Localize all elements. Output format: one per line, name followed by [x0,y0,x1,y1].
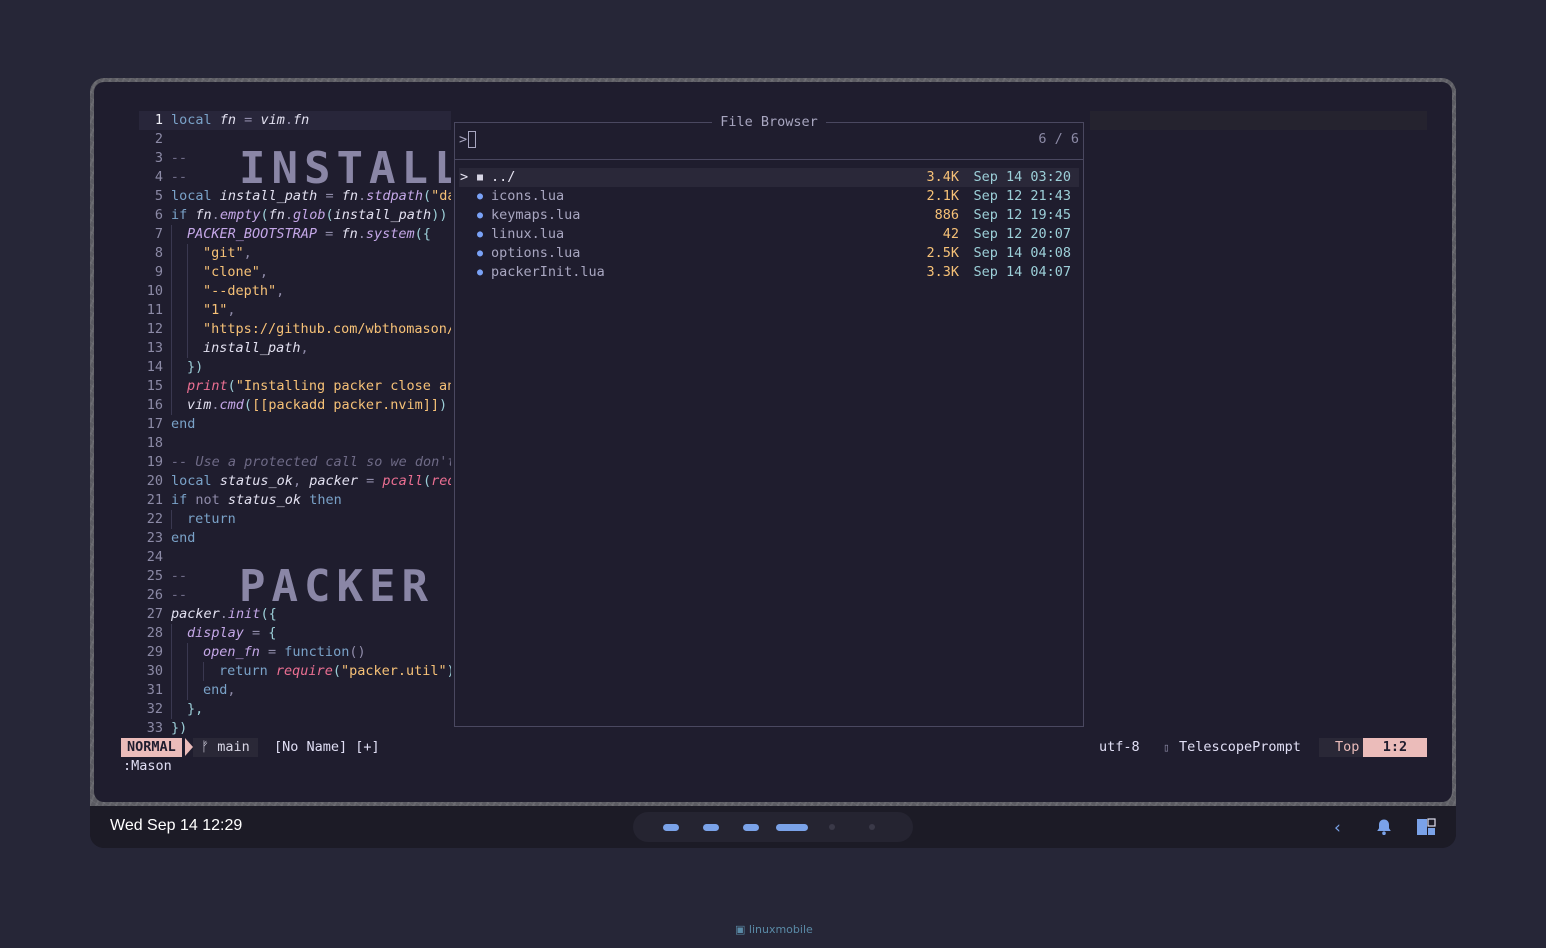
code-line: 14}) [146,358,204,377]
buffer-name: [No Name] [+] [274,739,380,755]
file-type: TelescopePrompt [1179,739,1301,755]
file-row[interactable]: ● options.lua 2.5K Sep 14 04:08 [459,244,1079,263]
selection-caret-icon: > [460,169,469,185]
git-branch-icon: ᚠ [201,739,210,755]
code-line: 7 PACKER_BOOTSTRAP = fn.system({ [154,225,431,244]
file-name: linux.lua [491,226,565,242]
ascii-banner-install: INSTALL P [239,143,451,194]
git-branch: ᚠ main [193,738,258,757]
file-row[interactable]: ● linux.lua 42 Sep 12 20:07 [459,225,1079,244]
code-line: 23 end [146,530,196,546]
code-line: 15 print("Installing packer close an [146,377,451,396]
workspace-3[interactable] [743,824,759,831]
lua-icon: ● [476,248,484,259]
file-date: Sep 14 04:08 [973,245,1071,261]
workspace-switcher[interactable] [633,812,913,842]
statusline: NORMAL ᚠ main [No Name] [+] utf-8 ▯ Tele… [121,738,1427,757]
lua-icon: ● [476,210,484,221]
cursorline-right [1090,111,1427,130]
workspace-1[interactable] [663,824,679,831]
code-line: 9 "clone", [154,263,269,282]
file-date: Sep 12 21:43 [973,188,1071,204]
file-name: ../ [491,169,516,185]
file-date: Sep 12 19:45 [973,207,1071,223]
file-list[interactable]: > ■ ../ 3.4K Sep 14 03:20 ● icons.lua 2.… [459,168,1079,282]
clock: Wed Sep 14 12:29 [110,817,243,834]
file-size: 2.5K [926,245,959,261]
code-line: 21 if not status_ok then [146,492,342,508]
file-icon: ▯ [1163,741,1170,754]
file-size: 42 [942,226,959,242]
taskbar: Wed Sep 14 12:29 ‹ [90,806,1456,848]
file-size: 3.4K [926,169,959,185]
file-size: 886 [934,207,959,223]
code-line: 32}, [146,700,204,719]
file-date: Sep 14 04:07 [973,264,1071,280]
code-line: 12 "https://github.com/wbthomason/ [146,320,451,339]
folder-icon: ■ [476,172,484,183]
code-line: 11 "1", [146,301,236,320]
desktop-screen: 1 local fn = vim.fn 2 3 -- 4 -- 5 local inst… [90,78,1456,848]
file-row[interactable]: ● icons.lua 2.1K Sep 12 21:43 [459,187,1079,206]
file-row[interactable]: ● packerInit.lua 3.3K Sep 14 04:07 [459,263,1079,282]
file-name: icons.lua [491,188,565,204]
file-browser-popup[interactable]: File Browser > 6 / 6 > ■ ../ 3.4K Sep 14… [454,114,1084,727]
chevron-left-icon[interactable]: ‹ [1334,818,1341,838]
layout-icon[interactable] [1416,818,1436,841]
code-line: 31 end, [146,681,236,700]
workspace-active[interactable] [776,824,808,831]
workspace-2[interactable] [703,824,719,831]
file-name: keymaps.lua [491,207,581,223]
file-encoding: utf-8 [1099,739,1140,755]
file-size: 2.1K [926,188,959,204]
code-line: 22 return [146,510,236,529]
file-name: options.lua [491,245,581,261]
file-name: packerInit.lua [491,264,605,280]
code-line: 1 local fn = vim.fn [139,111,451,130]
workspace-6[interactable] [869,824,875,830]
code-line: 10 "--depth", [146,282,285,301]
file-size: 3.3K [926,264,959,280]
terminal-window[interactable]: 1 local fn = vim.fn 2 3 -- 4 -- 5 local inst… [94,82,1452,802]
code-line: 8 "git", [154,244,252,263]
cursor-position: 1:2 [1363,738,1427,757]
workspace-5[interactable] [829,824,835,830]
file-browser-title: File Browser [455,114,1083,130]
code-line: 13 install_path, [146,339,309,358]
mode-indicator: NORMAL [121,738,182,757]
file-row[interactable]: ● keymaps.lua 886 Sep 12 19:45 [459,206,1079,225]
code-line: 18 [146,435,163,451]
code-editor[interactable]: 1 local fn = vim.fn 2 3 -- 4 -- 5 local inst… [139,111,451,738]
file-date: Sep 14 03:20 [973,169,1071,185]
code-line: 20local status_ok, packer = pcall(req [146,473,451,489]
code-line: 33}) [146,720,188,736]
mode-separator [185,738,193,756]
search-input[interactable]: > [459,131,477,148]
code-line: 29 open_fn = function() [146,643,366,662]
code-line: 17 end [146,416,196,432]
code-line: 6 if fn.empty(fn.glob(install_path)) [154,207,448,223]
result-count: 6 / 6 [1038,131,1079,147]
file-date: Sep 12 20:07 [973,226,1071,242]
code-line: 28 display = { [146,624,277,643]
code-line: 19 -- Use a protected call so we don't [146,454,451,470]
command-line[interactable]: :Mason [123,757,172,776]
text-cursor [468,131,477,148]
lua-icon: ● [476,267,484,278]
file-row-parent-dir[interactable]: > ■ ../ 3.4K Sep 14 03:20 [459,168,1079,187]
ascii-banner-packer: PACKER PC [239,561,434,612]
lua-icon: ● [476,229,484,240]
bell-icon[interactable] [1375,818,1393,841]
lua-icon: ● [476,191,484,202]
git-branch-name: main [217,739,250,755]
code-line: 16 vim.cmd([[packadd packer.nvim]]) [146,396,448,415]
code-line: 30return require("packer.util") [146,662,451,681]
watermark: ▣ linuxmobile [735,923,813,936]
divider [455,159,1083,160]
